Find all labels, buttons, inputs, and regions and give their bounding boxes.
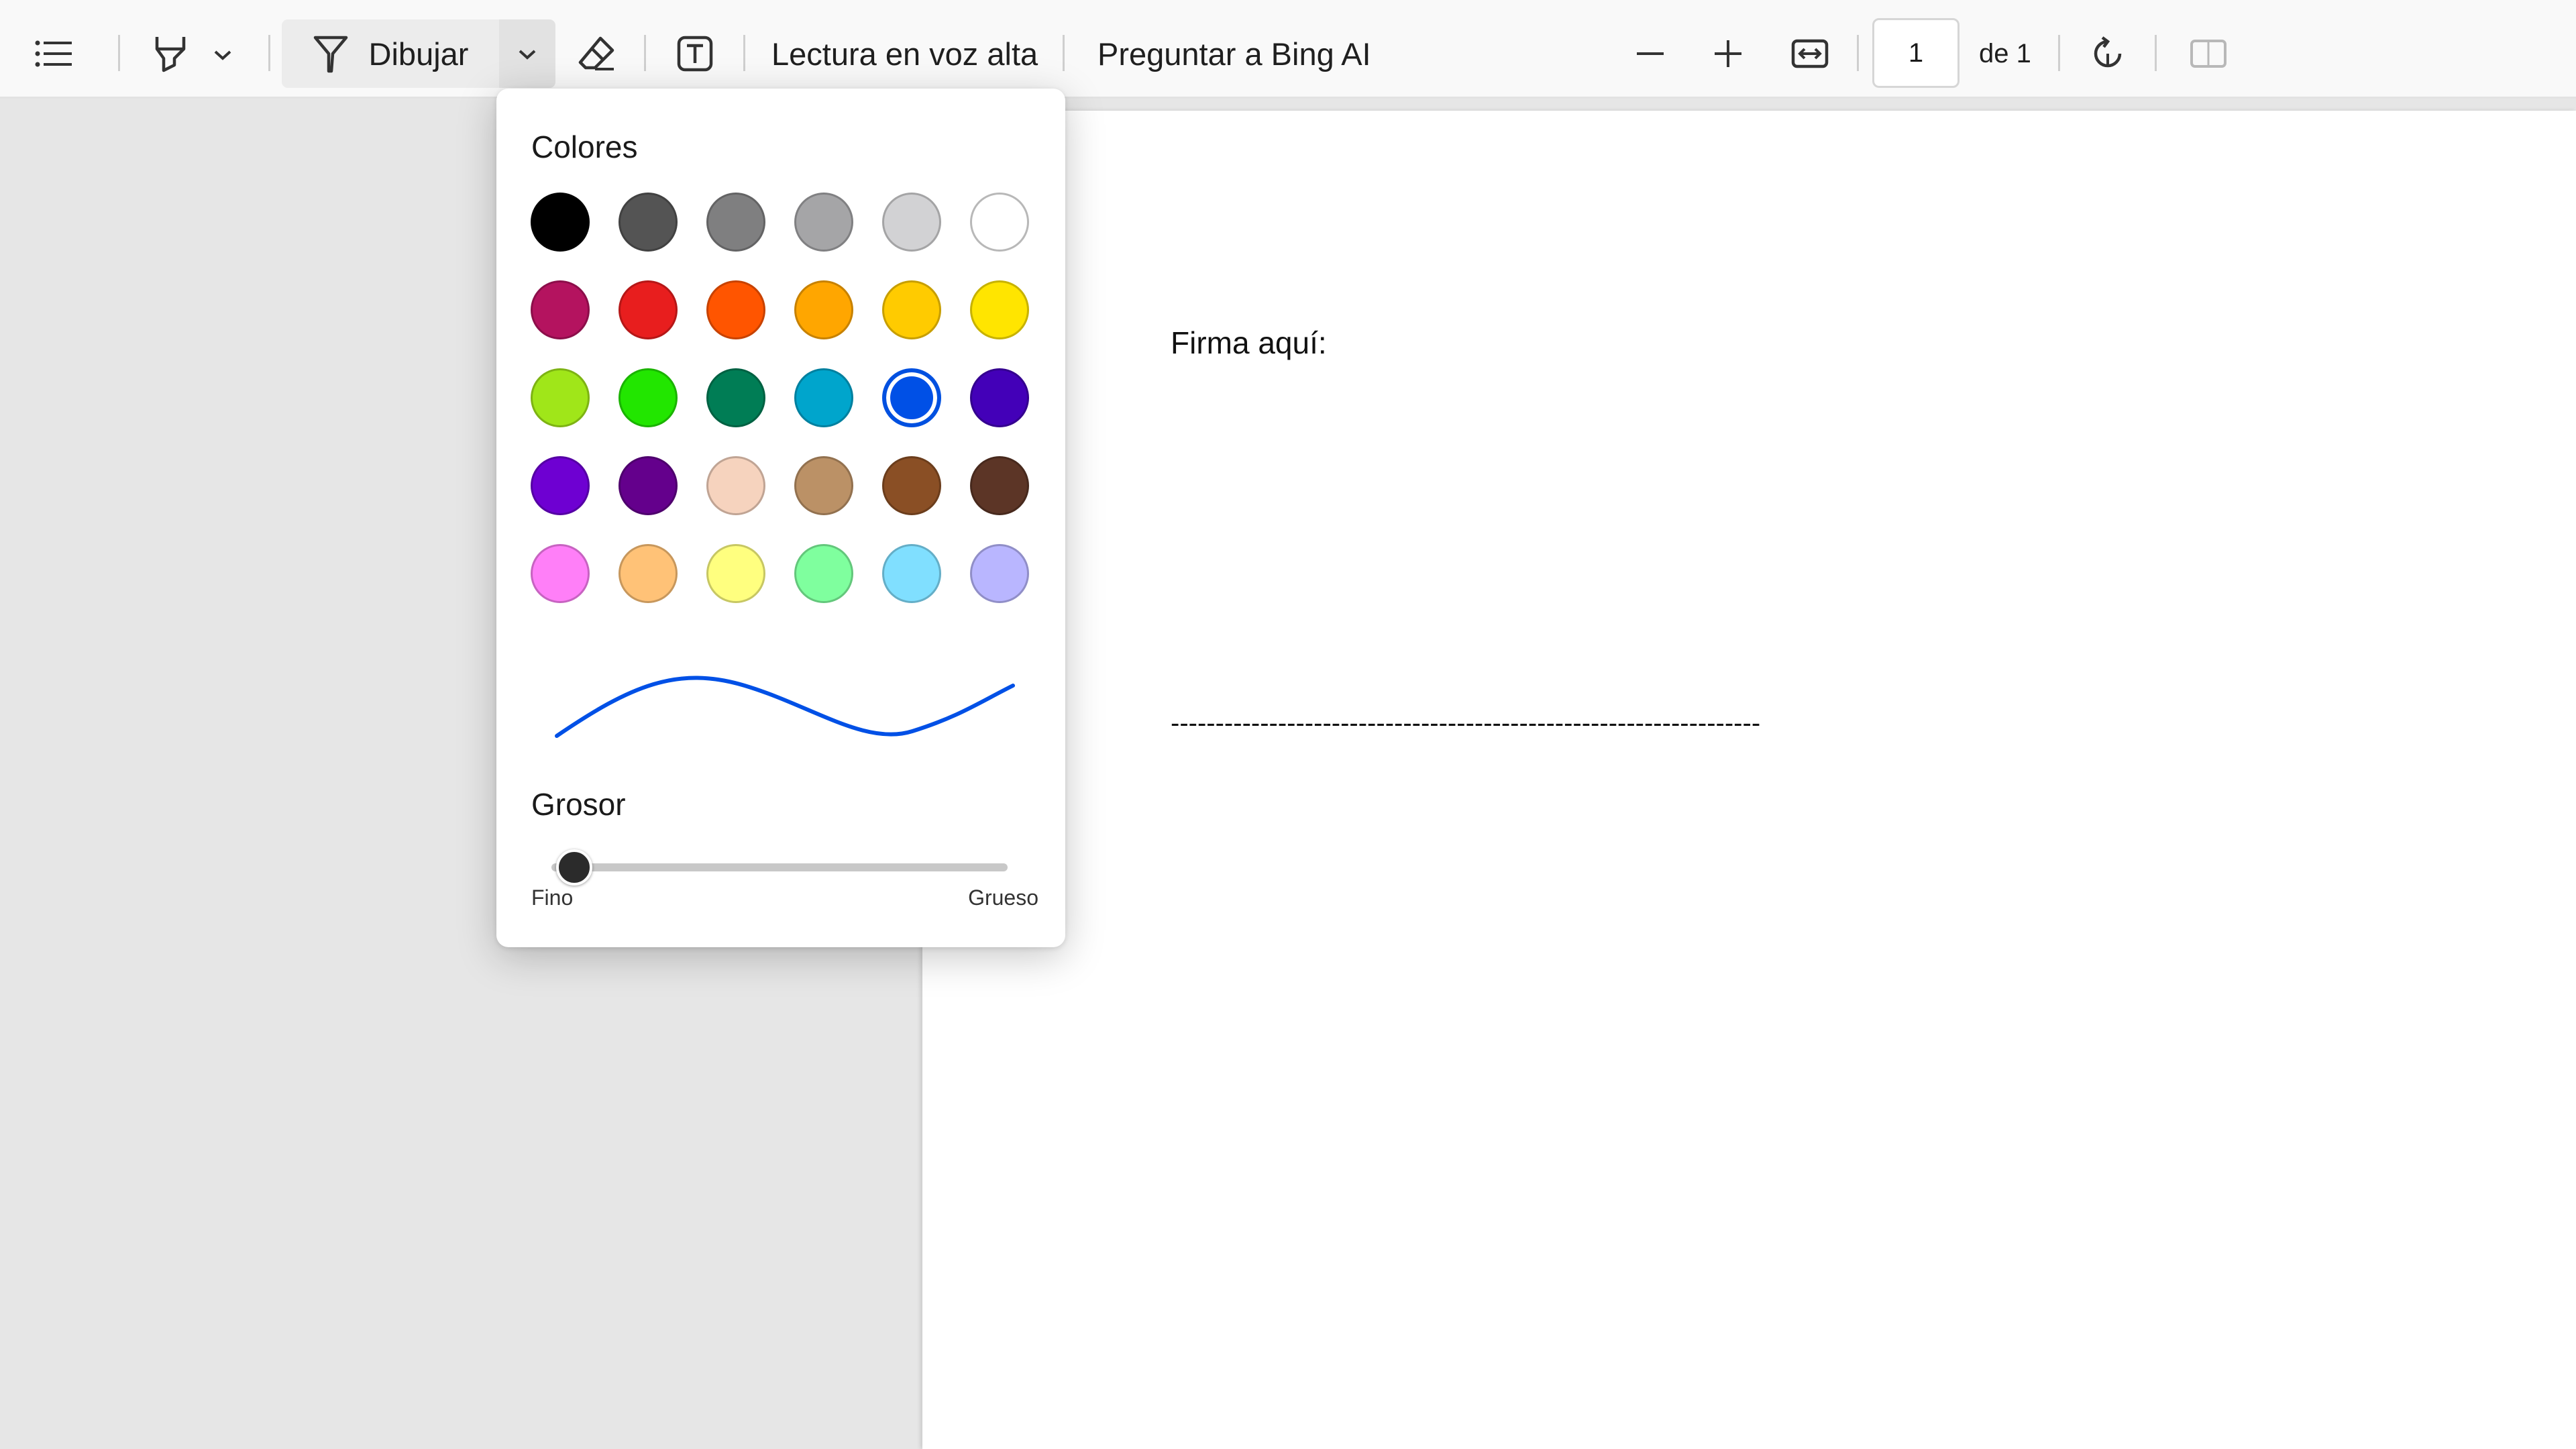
- signature-label: Firma aquí:: [1171, 325, 1327, 360]
- highlight-dropdown-button[interactable]: [205, 39, 240, 71]
- color-swatch[interactable]: [794, 456, 853, 515]
- color-swatch[interactable]: [531, 280, 590, 339]
- color-swatch[interactable]: [706, 456, 765, 515]
- zoom-out-icon: [1637, 52, 1664, 55]
- color-swatch[interactable]: [706, 193, 765, 252]
- highlight-button[interactable]: [144, 25, 197, 82]
- draw-button-group: Dibujar: [282, 19, 555, 88]
- color-swatch[interactable]: [970, 456, 1029, 515]
- color-swatch[interactable]: [531, 544, 590, 603]
- color-swatch[interactable]: [619, 544, 678, 603]
- draw-button[interactable]: Dibujar: [282, 19, 499, 88]
- color-swatch[interactable]: [882, 368, 941, 427]
- color-swatch[interactable]: [970, 193, 1029, 252]
- zoom-in-button[interactable]: [1701, 27, 1755, 80]
- thickness-max-label: Grueso: [968, 885, 1038, 910]
- color-swatch[interactable]: [794, 193, 853, 252]
- fit-width-icon: [1791, 39, 1829, 68]
- page-view-icon: [2190, 40, 2226, 68]
- read-aloud-label: Lectura en voz alta: [771, 36, 1038, 72]
- color-swatch[interactable]: [970, 544, 1029, 603]
- ask-bing-button[interactable]: Preguntar a Bing AI: [1097, 27, 1371, 80]
- page-total: de 1: [1979, 27, 2031, 80]
- toolbar-separator: [2155, 35, 2157, 71]
- page-total-label: de 1: [1979, 38, 2031, 68]
- color-swatch[interactable]: [531, 456, 590, 515]
- ask-bing-label: Preguntar a Bing AI: [1097, 36, 1371, 72]
- color-swatch[interactable]: [619, 368, 678, 427]
- pdf-page[interactable]: [922, 111, 2576, 1449]
- color-swatch[interactable]: [882, 280, 941, 339]
- thickness-slider-track[interactable]: [551, 863, 1008, 871]
- color-swatch[interactable]: [619, 280, 678, 339]
- toolbar-separator: [2058, 35, 2060, 71]
- draw-settings-popup: Colores Grosor Fino Grueso: [496, 89, 1065, 947]
- toolbar: Dibujar Lectura en voz alta Preguntar a …: [0, 0, 2576, 99]
- stroke-preview: [555, 676, 1015, 738]
- toolbar-separator: [118, 35, 120, 71]
- page-number-input[interactable]: 1: [1872, 18, 1960, 88]
- toolbar-separator: [268, 35, 270, 71]
- toolbar-separator: [743, 35, 745, 71]
- color-swatch[interactable]: [706, 368, 765, 427]
- page-view-button[interactable]: [2180, 27, 2237, 80]
- color-swatch[interactable]: [531, 368, 590, 427]
- text-box-icon: [677, 36, 713, 72]
- rotate-button[interactable]: [2080, 25, 2136, 82]
- color-swatch[interactable]: [882, 456, 941, 515]
- eraser-icon: [578, 36, 614, 70]
- color-swatch[interactable]: [794, 368, 853, 427]
- highlight-icon: [155, 37, 186, 72]
- toolbar-separator: [1857, 35, 1859, 71]
- toolbar-separator: [644, 35, 646, 71]
- color-swatch[interactable]: [531, 193, 590, 252]
- eraser-button[interactable]: [569, 25, 625, 82]
- zoom-out-button[interactable]: [1623, 27, 1677, 80]
- colors-title: Colores: [531, 129, 638, 164]
- read-aloud-button[interactable]: Lectura en voz alta: [771, 27, 1038, 80]
- color-swatch[interactable]: [619, 193, 678, 252]
- color-swatch[interactable]: [882, 193, 941, 252]
- draw-label: Dibujar: [368, 36, 469, 72]
- contents-list-icon: [35, 40, 72, 67]
- signature-line: ----------------------------------------…: [1171, 708, 1761, 738]
- chevron-down-icon: [214, 50, 231, 60]
- chevron-down-icon: [519, 50, 536, 60]
- zoom-in-icon: [1715, 40, 1741, 67]
- color-swatch[interactable]: [970, 368, 1029, 427]
- text-box-button[interactable]: [667, 25, 723, 82]
- color-swatch[interactable]: [882, 544, 941, 603]
- color-swatch[interactable]: [970, 280, 1029, 339]
- color-swatch[interactable]: [706, 544, 765, 603]
- draw-dropdown-button[interactable]: [499, 19, 555, 88]
- rotate-icon: [2094, 36, 2122, 68]
- color-swatch[interactable]: [706, 280, 765, 339]
- toolbar-separator: [1063, 35, 1065, 71]
- thickness-title: Grosor: [531, 787, 626, 822]
- color-swatch[interactable]: [619, 456, 678, 515]
- thickness-slider-thumb[interactable]: [556, 849, 592, 885]
- contents-list-button[interactable]: [27, 27, 80, 80]
- color-swatch[interactable]: [794, 280, 853, 339]
- draw-pen-icon: [313, 36, 347, 73]
- color-swatch[interactable]: [794, 544, 853, 603]
- fit-width-button[interactable]: [1782, 27, 1838, 80]
- thickness-min-label: Fino: [531, 885, 574, 910]
